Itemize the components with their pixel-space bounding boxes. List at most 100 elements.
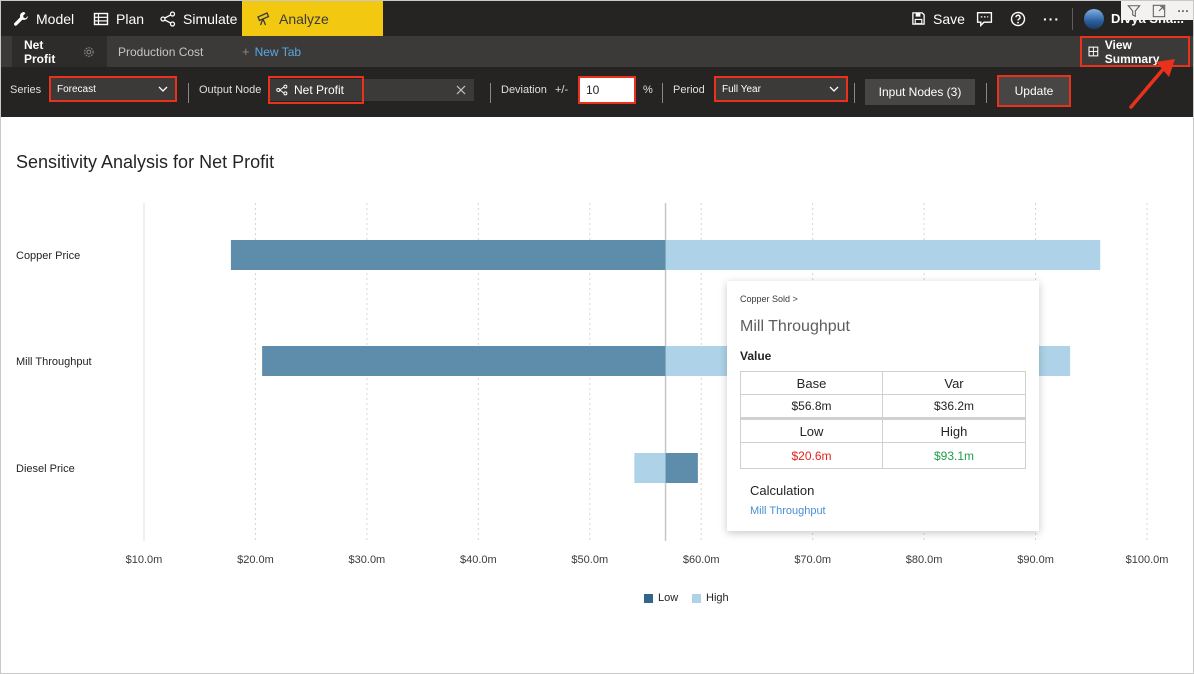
tooltip-value-table: Base Var $56.8m $36.2m Low High $20.6m $… [740, 371, 1026, 469]
x-tick-label: $50.0m [571, 554, 608, 566]
tab-net-profit-label: Net Profit [24, 37, 56, 66]
save-label: Save [933, 10, 965, 27]
output-node-highlight [268, 76, 364, 104]
low-value: $20.6m [741, 443, 883, 468]
legend-swatch-low [644, 593, 653, 603]
table-icon [93, 12, 109, 25]
focus-mode-icon[interactable] [1152, 4, 1166, 18]
save-button[interactable]: Save [911, 1, 965, 36]
x-tick-label: $10.0m [126, 554, 163, 566]
close-icon[interactable] [456, 85, 466, 95]
analysis-toolbar: Series Forecast Output Node Net Profit D… [1, 67, 1193, 117]
annotation-arrow [1129, 59, 1175, 109]
legend-item-low[interactable]: Low [644, 592, 678, 604]
x-tick-label: $70.0m [794, 554, 831, 566]
toolbar-divider [854, 83, 855, 103]
series-label: Series [10, 84, 42, 96]
input-nodes-label: Input Nodes (3) [878, 85, 962, 99]
category-label: Diesel Price [16, 463, 75, 475]
x-tick-label: $90.0m [1017, 554, 1054, 566]
category-label: Copper Price [16, 250, 80, 262]
chevron-down-icon [158, 86, 168, 92]
x-tick-label: $40.0m [460, 554, 497, 566]
more-icon: ··· [1043, 10, 1060, 27]
wrench-icon [14, 11, 28, 26]
base-header: Base [741, 372, 883, 395]
high-value: $93.1m [933, 448, 975, 463]
top-menu-bar: Model Plan Simulate Analyze Save ··· ··· [1, 1, 1193, 36]
percent-label: % [643, 84, 653, 96]
plus-minus-label: +/- [555, 84, 569, 96]
x-tick-label: $100.0m [1126, 554, 1169, 566]
update-label: Update [1014, 84, 1054, 98]
chevron-down-icon [829, 86, 839, 92]
help-icon [1010, 11, 1026, 26]
tab-net-profit[interactable]: Net Profit [12, 36, 107, 67]
period-label: Period [673, 84, 705, 96]
menu-simulate-label: Simulate [183, 10, 238, 27]
new-tab-button[interactable]: + New Tab [242, 36, 301, 67]
telescope-icon [257, 11, 270, 25]
category-label: Mill Throughput [16, 356, 92, 368]
avatar [1084, 8, 1104, 29]
series-dropdown[interactable]: Forecast [49, 76, 177, 102]
menu-simulate[interactable]: Simulate [160, 1, 237, 36]
x-tick-label: $80.0m [906, 554, 943, 566]
tooltip-title: Mill Throughput [740, 318, 850, 335]
input-nodes-button[interactable]: Input Nodes (3) [865, 79, 975, 105]
bar-low [230, 240, 666, 270]
gear-icon[interactable] [83, 46, 95, 58]
var-header: Var [883, 372, 1025, 395]
output-node-label: Output Node [199, 84, 262, 96]
toolbar-divider [490, 83, 491, 103]
menu-model-label: Model [36, 10, 75, 27]
comment-button[interactable] [976, 1, 993, 36]
help-button[interactable] [1010, 1, 1026, 36]
deviation-input[interactable]: 10 [578, 76, 636, 104]
menu-plan[interactable]: Plan [93, 1, 144, 36]
update-button[interactable]: Update [997, 75, 1071, 107]
save-icon [912, 12, 925, 25]
tooltip-value-heading: Value [740, 349, 772, 363]
legend-label-high: High [706, 592, 729, 604]
menu-plan-label: Plan [116, 10, 145, 27]
plus-icon: + [242, 44, 250, 59]
deviation-value: 10 [586, 83, 600, 97]
bar-low [665, 453, 698, 483]
menu-divider [1072, 8, 1073, 30]
toolbar-divider [662, 83, 663, 103]
high-header: High [883, 420, 1025, 443]
menu-model[interactable]: Model [13, 1, 74, 36]
filter-icon[interactable] [1126, 4, 1141, 18]
tab-production-cost-label: Production Cost [118, 44, 204, 59]
calculation-link[interactable]: Mill Throughput [750, 505, 826, 517]
legend-item-high[interactable]: High [692, 592, 729, 604]
period-dropdown[interactable]: Full Year [714, 76, 848, 102]
legend-label-low: Low [658, 592, 679, 604]
low-header: Low [741, 420, 883, 443]
tooltip-breadcrumb[interactable]: Copper Sold > [740, 294, 798, 304]
bar-high [665, 240, 1101, 270]
share-nodes-icon [160, 10, 176, 27]
tab-production-cost[interactable]: Production Cost [118, 36, 203, 67]
tab-bar: Net Profit Production Cost + New Tab Vie… [1, 36, 1193, 67]
legend-swatch-high [692, 593, 701, 603]
grid-icon [1088, 46, 1099, 57]
x-tick-label: $30.0m [349, 554, 386, 566]
x-tick-label: $60.0m [683, 554, 720, 566]
x-tick-label: $20.0m [237, 554, 274, 566]
bar-high [634, 453, 666, 483]
chart-title: Sensitivity Analysis for Net Profit [16, 152, 275, 172]
visual-header-icons: ··· [1121, 1, 1193, 20]
toolbar-divider [986, 83, 987, 103]
calculation-heading: Calculation [750, 483, 815, 498]
menu-analyze[interactable]: Analyze [242, 1, 383, 36]
period-value: Full Year [722, 83, 761, 95]
more-options-button[interactable]: ··· [1043, 1, 1060, 36]
visual-more-icon[interactable]: ··· [1177, 4, 1189, 18]
toolbar-divider [188, 83, 189, 103]
bar-low [262, 346, 666, 376]
deviation-label: Deviation [501, 84, 547, 96]
new-tab-label: New Tab [254, 44, 302, 59]
comment-icon [976, 11, 993, 27]
